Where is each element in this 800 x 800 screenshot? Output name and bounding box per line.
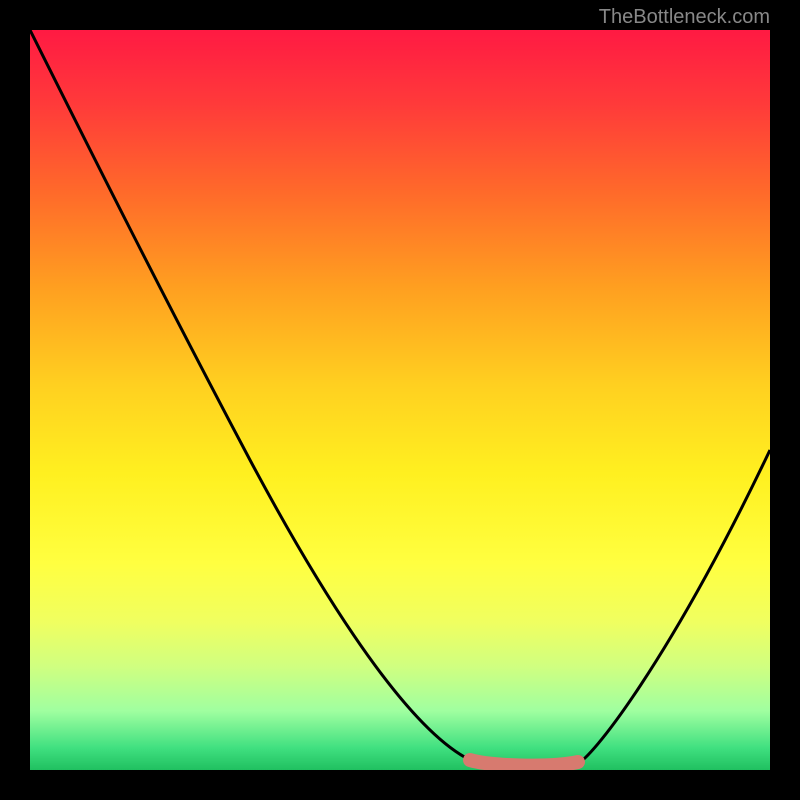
curve-overlay (30, 30, 770, 770)
bottleneck-curve (30, 30, 770, 766)
optimal-range-marker (470, 760, 578, 766)
chart-container: TheBottleneck.com (0, 0, 800, 800)
plot-area (30, 30, 770, 770)
watermark-text: TheBottleneck.com (599, 6, 770, 29)
